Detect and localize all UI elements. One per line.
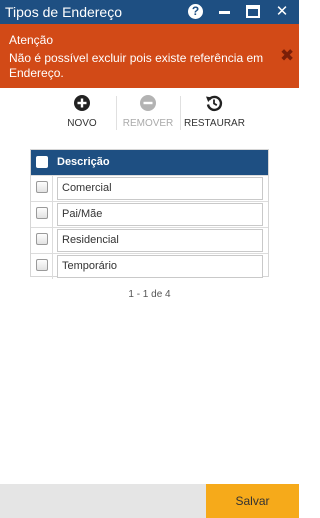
row-checkbox[interactable] (36, 181, 48, 193)
row-checkbox[interactable] (36, 259, 48, 271)
alert-message: Não é possível excluir pois existe refer… (9, 51, 264, 80)
row-checkbox[interactable] (36, 233, 48, 245)
footer-bar: Salvar (0, 484, 299, 518)
description-input[interactable]: Pai/Mãe (57, 203, 263, 226)
table-header: Descrição (31, 150, 268, 175)
maximize-icon (246, 5, 260, 18)
select-all-checkbox[interactable] (36, 156, 48, 168)
restaurar-label: RESTAURAR (184, 118, 245, 129)
description-input[interactable]: Temporário (57, 255, 263, 278)
toolbar-divider (116, 96, 117, 130)
close-window-button[interactable]: ✕ (273, 3, 291, 21)
close-icon: ✖ (280, 46, 295, 65)
column-divider (52, 176, 53, 201)
novo-button[interactable]: NOVO (64, 94, 100, 136)
save-button[interactable]: Salvar (206, 484, 299, 518)
description-input[interactable]: Residencial (57, 229, 263, 252)
maximize-button[interactable] (245, 3, 263, 21)
table-row: Comercial (31, 175, 268, 201)
window-title: Tipos de Endereço (5, 4, 122, 20)
help-icon: ? (188, 4, 203, 19)
minus-circle-icon (140, 95, 156, 111)
toolbar-divider (180, 96, 181, 130)
column-divider (52, 202, 53, 227)
table-row: Temporário (31, 253, 268, 279)
row-checkbox[interactable] (36, 207, 48, 219)
alert-title: Atenção (9, 33, 54, 47)
minimize-icon (219, 11, 230, 14)
remover-label: REMOVER (122, 118, 174, 129)
help-button[interactable]: ? (187, 3, 205, 21)
table-row: Pai/Mãe (31, 201, 268, 227)
minimize-button[interactable] (217, 3, 235, 21)
description-input[interactable]: Comercial (57, 177, 263, 200)
column-divider (52, 228, 53, 253)
pagination-info: 1 - 1 de 4 (128, 289, 171, 300)
novo-label: NOVO (67, 118, 97, 129)
table-row: Residencial (31, 227, 268, 253)
toolbar: NOVO REMOVER RESTAURAR (0, 94, 299, 140)
window-titlebar: Tipos de Endereço ? ✕ (0, 0, 299, 24)
alert-close-button[interactable]: ✖ (280, 47, 294, 65)
column-header-descricao: Descrição (57, 156, 110, 168)
restaurar-button[interactable]: RESTAURAR (184, 94, 245, 136)
address-types-table: Descrição Comercial Pai/Mãe Residencial … (30, 149, 269, 279)
restore-icon (206, 95, 223, 112)
error-alert: Atenção Não é possível excluir pois exis… (0, 24, 299, 88)
column-divider (52, 254, 53, 279)
plus-circle-icon (74, 95, 90, 111)
close-icon: ✕ (275, 3, 289, 20)
remover-button[interactable]: REMOVER (122, 94, 174, 136)
